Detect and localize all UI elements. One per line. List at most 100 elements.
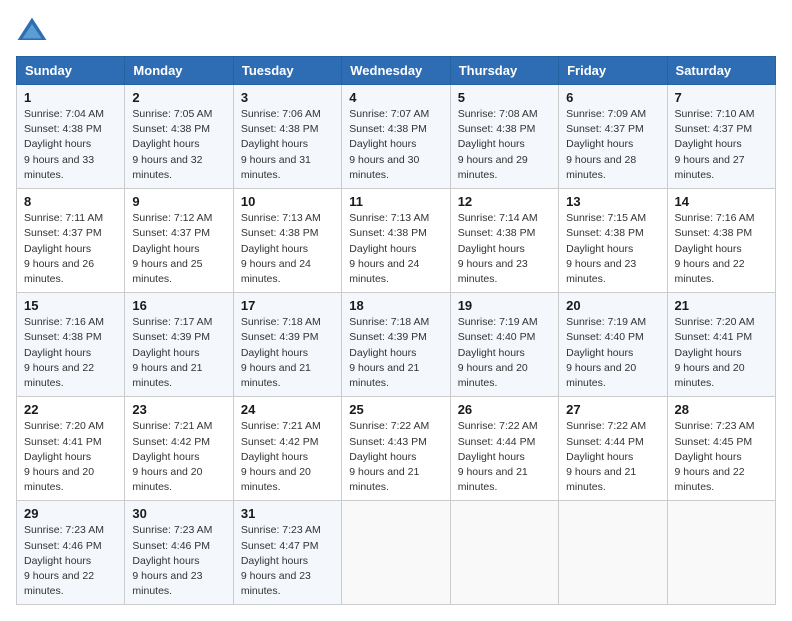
calendar-day-cell: 21 Sunrise: 7:20 AMSunset: 4:41 PMDaylig… — [667, 293, 775, 397]
calendar-day-cell: 10 Sunrise: 7:13 AMSunset: 4:38 PMDaylig… — [233, 189, 341, 293]
day-number: 22 — [24, 402, 117, 417]
calendar-week-row: 22 Sunrise: 7:20 AMSunset: 4:41 PMDaylig… — [17, 397, 776, 501]
calendar-day-cell: 15 Sunrise: 7:16 AMSunset: 4:38 PMDaylig… — [17, 293, 125, 397]
day-info: Sunrise: 7:09 AMSunset: 4:37 PMDaylight … — [566, 108, 646, 181]
calendar-day-cell: 8 Sunrise: 7:11 AMSunset: 4:37 PMDayligh… — [17, 189, 125, 293]
calendar-day-cell: 7 Sunrise: 7:10 AMSunset: 4:37 PMDayligh… — [667, 85, 775, 189]
calendar-day-cell: 12 Sunrise: 7:14 AMSunset: 4:38 PMDaylig… — [450, 189, 558, 293]
calendar-day-cell: 20 Sunrise: 7:19 AMSunset: 4:40 PMDaylig… — [559, 293, 667, 397]
day-info: Sunrise: 7:20 AMSunset: 4:41 PMDaylight … — [675, 316, 755, 389]
day-info: Sunrise: 7:16 AMSunset: 4:38 PMDaylight … — [24, 316, 104, 389]
day-number: 28 — [675, 402, 768, 417]
calendar-header-cell: Thursday — [450, 57, 558, 85]
day-info: Sunrise: 7:10 AMSunset: 4:37 PMDaylight … — [675, 108, 755, 181]
calendar-day-cell: 18 Sunrise: 7:18 AMSunset: 4:39 PMDaylig… — [342, 293, 450, 397]
day-info: Sunrise: 7:06 AMSunset: 4:38 PMDaylight … — [241, 108, 321, 181]
day-number: 12 — [458, 194, 551, 209]
day-number: 27 — [566, 402, 659, 417]
calendar-day-cell: 23 Sunrise: 7:21 AMSunset: 4:42 PMDaylig… — [125, 397, 233, 501]
calendar-day-cell: 2 Sunrise: 7:05 AMSunset: 4:38 PMDayligh… — [125, 85, 233, 189]
calendar-day-cell — [342, 501, 450, 605]
day-info: Sunrise: 7:17 AMSunset: 4:39 PMDaylight … — [132, 316, 212, 389]
calendar-day-cell: 28 Sunrise: 7:23 AMSunset: 4:45 PMDaylig… — [667, 397, 775, 501]
day-info: Sunrise: 7:18 AMSunset: 4:39 PMDaylight … — [241, 316, 321, 389]
day-info: Sunrise: 7:13 AMSunset: 4:38 PMDaylight … — [349, 212, 429, 285]
day-number: 31 — [241, 506, 334, 521]
calendar-week-row: 1 Sunrise: 7:04 AMSunset: 4:38 PMDayligh… — [17, 85, 776, 189]
day-number: 25 — [349, 402, 442, 417]
calendar-header-row: SundayMondayTuesdayWednesdayThursdayFrid… — [17, 57, 776, 85]
day-info: Sunrise: 7:08 AMSunset: 4:38 PMDaylight … — [458, 108, 538, 181]
calendar-week-row: 29 Sunrise: 7:23 AMSunset: 4:46 PMDaylig… — [17, 501, 776, 605]
day-info: Sunrise: 7:22 AMSunset: 4:43 PMDaylight … — [349, 420, 429, 493]
header — [16, 16, 776, 48]
day-info: Sunrise: 7:22 AMSunset: 4:44 PMDaylight … — [458, 420, 538, 493]
day-number: 9 — [132, 194, 225, 209]
calendar-day-cell: 1 Sunrise: 7:04 AMSunset: 4:38 PMDayligh… — [17, 85, 125, 189]
calendar-day-cell: 9 Sunrise: 7:12 AMSunset: 4:37 PMDayligh… — [125, 189, 233, 293]
calendar-table: SundayMondayTuesdayWednesdayThursdayFrid… — [16, 56, 776, 605]
calendar-day-cell: 3 Sunrise: 7:06 AMSunset: 4:38 PMDayligh… — [233, 85, 341, 189]
day-info: Sunrise: 7:15 AMSunset: 4:38 PMDaylight … — [566, 212, 646, 285]
day-info: Sunrise: 7:23 AMSunset: 4:45 PMDaylight … — [675, 420, 755, 493]
calendar-day-cell: 13 Sunrise: 7:15 AMSunset: 4:38 PMDaylig… — [559, 189, 667, 293]
day-info: Sunrise: 7:18 AMSunset: 4:39 PMDaylight … — [349, 316, 429, 389]
day-number: 11 — [349, 194, 442, 209]
day-number: 4 — [349, 90, 442, 105]
calendar-day-cell: 19 Sunrise: 7:19 AMSunset: 4:40 PMDaylig… — [450, 293, 558, 397]
calendar-day-cell: 26 Sunrise: 7:22 AMSunset: 4:44 PMDaylig… — [450, 397, 558, 501]
calendar-week-row: 8 Sunrise: 7:11 AMSunset: 4:37 PMDayligh… — [17, 189, 776, 293]
calendar-day-cell: 24 Sunrise: 7:21 AMSunset: 4:42 PMDaylig… — [233, 397, 341, 501]
calendar-header-cell: Wednesday — [342, 57, 450, 85]
day-number: 26 — [458, 402, 551, 417]
calendar-day-cell: 4 Sunrise: 7:07 AMSunset: 4:38 PMDayligh… — [342, 85, 450, 189]
day-number: 29 — [24, 506, 117, 521]
calendar-day-cell — [559, 501, 667, 605]
day-number: 21 — [675, 298, 768, 313]
calendar-header-cell: Sunday — [17, 57, 125, 85]
day-info: Sunrise: 7:07 AMSunset: 4:38 PMDaylight … — [349, 108, 429, 181]
day-info: Sunrise: 7:19 AMSunset: 4:40 PMDaylight … — [566, 316, 646, 389]
day-info: Sunrise: 7:22 AMSunset: 4:44 PMDaylight … — [566, 420, 646, 493]
calendar-week-row: 15 Sunrise: 7:16 AMSunset: 4:38 PMDaylig… — [17, 293, 776, 397]
day-info: Sunrise: 7:21 AMSunset: 4:42 PMDaylight … — [241, 420, 321, 493]
calendar-day-cell — [450, 501, 558, 605]
calendar-header-cell: Friday — [559, 57, 667, 85]
logo-icon — [16, 16, 48, 48]
calendar-day-cell: 16 Sunrise: 7:17 AMSunset: 4:39 PMDaylig… — [125, 293, 233, 397]
day-number: 6 — [566, 90, 659, 105]
day-number: 24 — [241, 402, 334, 417]
day-number: 16 — [132, 298, 225, 313]
day-number: 30 — [132, 506, 225, 521]
day-number: 1 — [24, 90, 117, 105]
day-info: Sunrise: 7:14 AMSunset: 4:38 PMDaylight … — [458, 212, 538, 285]
calendar-day-cell: 22 Sunrise: 7:20 AMSunset: 4:41 PMDaylig… — [17, 397, 125, 501]
day-number: 15 — [24, 298, 117, 313]
calendar-day-cell: 6 Sunrise: 7:09 AMSunset: 4:37 PMDayligh… — [559, 85, 667, 189]
calendar-day-cell: 31 Sunrise: 7:23 AMSunset: 4:47 PMDaylig… — [233, 501, 341, 605]
day-number: 20 — [566, 298, 659, 313]
day-info: Sunrise: 7:16 AMSunset: 4:38 PMDaylight … — [675, 212, 755, 285]
day-info: Sunrise: 7:21 AMSunset: 4:42 PMDaylight … — [132, 420, 212, 493]
day-info: Sunrise: 7:23 AMSunset: 4:46 PMDaylight … — [132, 524, 212, 597]
day-info: Sunrise: 7:19 AMSunset: 4:40 PMDaylight … — [458, 316, 538, 389]
day-info: Sunrise: 7:12 AMSunset: 4:37 PMDaylight … — [132, 212, 212, 285]
day-info: Sunrise: 7:05 AMSunset: 4:38 PMDaylight … — [132, 108, 212, 181]
day-number: 5 — [458, 90, 551, 105]
day-number: 2 — [132, 90, 225, 105]
calendar-day-cell: 29 Sunrise: 7:23 AMSunset: 4:46 PMDaylig… — [17, 501, 125, 605]
calendar-day-cell: 17 Sunrise: 7:18 AMSunset: 4:39 PMDaylig… — [233, 293, 341, 397]
calendar-body: 1 Sunrise: 7:04 AMSunset: 4:38 PMDayligh… — [17, 85, 776, 605]
day-number: 8 — [24, 194, 117, 209]
calendar-day-cell: 25 Sunrise: 7:22 AMSunset: 4:43 PMDaylig… — [342, 397, 450, 501]
day-number: 3 — [241, 90, 334, 105]
day-number: 19 — [458, 298, 551, 313]
calendar-day-cell: 5 Sunrise: 7:08 AMSunset: 4:38 PMDayligh… — [450, 85, 558, 189]
day-number: 10 — [241, 194, 334, 209]
day-number: 23 — [132, 402, 225, 417]
day-info: Sunrise: 7:13 AMSunset: 4:38 PMDaylight … — [241, 212, 321, 285]
day-number: 18 — [349, 298, 442, 313]
calendar-header-cell: Saturday — [667, 57, 775, 85]
day-number: 7 — [675, 90, 768, 105]
calendar-day-cell: 27 Sunrise: 7:22 AMSunset: 4:44 PMDaylig… — [559, 397, 667, 501]
